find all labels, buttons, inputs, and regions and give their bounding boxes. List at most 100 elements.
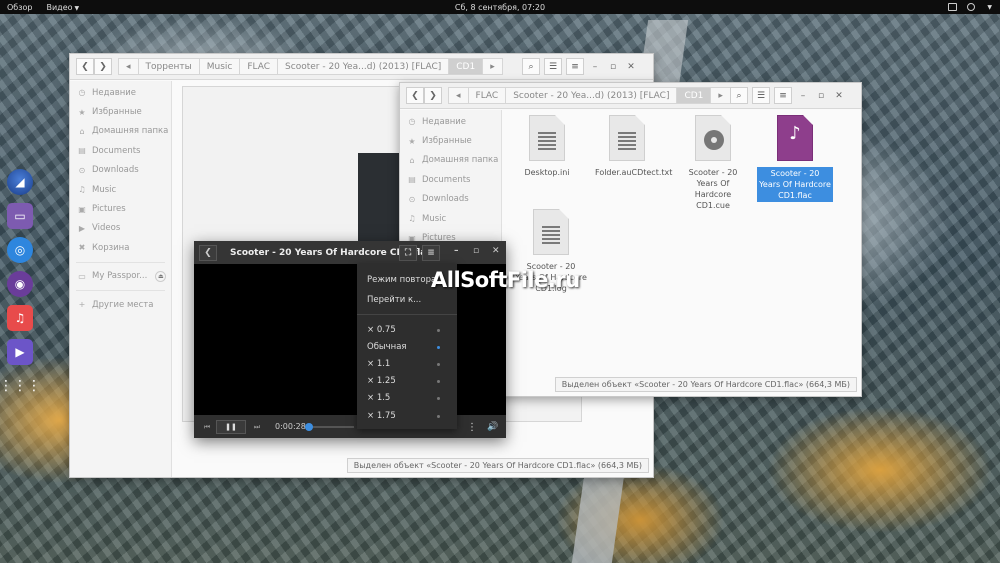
sidebar-item-other-locations[interactable]: + Другие места — [70, 295, 171, 314]
download-icon: ⊙ — [78, 165, 86, 175]
sidebar-item-home[interactable]: ⌂ Домашняя папка — [70, 122, 171, 141]
maximize-icon[interactable]: ▫ — [473, 246, 479, 256]
file-item-selected[interactable]: ♪ Scooter - 20 Years Of Hardcore CD1.fla… — [757, 115, 833, 202]
menu-item-go-to[interactable]: Перейти к... — [367, 293, 447, 307]
speed-option-selected[interactable]: Обычная — [367, 340, 447, 354]
sidebar-item-recent[interactable]: ◷ Недавние — [70, 83, 171, 102]
maximize-icon[interactable]: ▫ — [606, 62, 620, 72]
chromium-icon[interactable]: ◎ — [7, 237, 33, 263]
speed-option[interactable]: × 1.75 — [367, 409, 447, 423]
star-icon: ★ — [408, 136, 416, 146]
forward-button[interactable]: ❯ — [424, 87, 442, 104]
sidebar-item-videos[interactable]: ▶ Videos — [70, 219, 171, 238]
activities-button[interactable]: Обзор — [7, 3, 32, 12]
star-icon: ★ — [78, 107, 86, 117]
drive-icon: ▭ — [78, 271, 86, 281]
breadcrumb-item[interactable]: Music — [199, 58, 241, 75]
seek-handle[interactable] — [305, 423, 313, 431]
sidebar-item-label: Documents — [92, 145, 141, 156]
sidebar-item-music[interactable]: ♫ Music — [70, 180, 171, 199]
search-icon[interactable]: ⌕ — [730, 87, 748, 104]
watermark: AllSoftFile.ru — [431, 268, 580, 292]
breadcrumb-scroll-right[interactable]: ▸ — [711, 87, 731, 104]
sidebar-item-music[interactable]: ♫ Music — [400, 209, 501, 228]
sidebar-item-recent[interactable]: ◷ Недавние — [400, 112, 501, 131]
sidebar-item-documents[interactable]: ▤ Documents — [70, 141, 171, 160]
breadcrumb-item[interactable]: FLAC — [468, 87, 507, 104]
minimize-icon[interactable]: – — [796, 91, 810, 101]
files-icon[interactable]: ▭ — [7, 203, 33, 229]
clock-icon: ◷ — [78, 88, 86, 98]
power-icon[interactable] — [967, 3, 976, 11]
videos-icon[interactable]: ▶ — [7, 339, 33, 365]
sidebar-item-starred[interactable]: ★ Избранные — [400, 131, 501, 150]
radio-dot-selected-icon — [437, 345, 440, 349]
menu-icon[interactable]: ≡ — [422, 245, 440, 261]
menu-item-label: Режим повтора — [367, 275, 437, 285]
app-menu-button[interactable]: Видео ▼ — [46, 3, 79, 12]
sidebar-item-home[interactable]: ⌂ Домашняя папка — [400, 151, 501, 170]
back-button[interactable]: ❮ — [406, 87, 424, 104]
eject-icon[interactable]: ⏏ — [155, 270, 167, 282]
clock-icon: ◷ — [408, 117, 416, 127]
header-bar: ❮ ❯ ◂ Торренты Music FLAC Scooter - 20 Y… — [70, 54, 653, 80]
tor-icon[interactable]: ◉ — [7, 271, 33, 297]
file-item[interactable]: Desktop.ini — [515, 115, 579, 178]
music-icon[interactable]: ♫ — [7, 305, 33, 331]
back-button[interactable]: ❮ — [199, 244, 217, 261]
sidebar-item-downloads[interactable]: ⊙ Downloads — [70, 161, 171, 180]
search-icon[interactable]: ⌕ — [522, 58, 540, 75]
fullscreen-icon[interactable]: ⛶ — [399, 245, 417, 261]
album-art — [358, 153, 403, 243]
next-icon[interactable]: ⏭ — [249, 420, 265, 434]
more-options-icon[interactable]: ⋮ — [464, 420, 480, 434]
menu-icon[interactable]: ≡ — [774, 87, 792, 104]
player-title: Scooter - 20 Years Of Hardcore CD1.flac — [230, 247, 432, 258]
breadcrumb-item-current[interactable]: CD1 — [449, 58, 484, 75]
breadcrumb-item[interactable]: FLAC — [240, 58, 279, 75]
speed-option[interactable]: × 1.5 — [367, 391, 447, 405]
minimize-icon[interactable]: – — [454, 246, 459, 256]
speed-option[interactable]: × 0.75 — [367, 323, 447, 337]
forward-button[interactable]: ❯ — [94, 58, 112, 75]
list-view-icon[interactable]: ☰ — [544, 58, 562, 75]
show-apps-icon[interactable]: ⋮⋮⋮ — [0, 373, 41, 399]
speed-option[interactable]: × 1.1 — [367, 357, 447, 371]
sidebar-divider — [76, 261, 165, 263]
maximize-icon[interactable]: ▫ — [814, 91, 828, 101]
breadcrumb-item[interactable]: Scooter - 20 Yea...d) (2013) [FLAC] — [278, 58, 450, 75]
sidebar-item-documents[interactable]: ▤ Documents — [400, 170, 501, 189]
close-icon[interactable]: ✕ — [492, 246, 500, 256]
breadcrumb-item[interactable]: Торренты — [138, 58, 200, 75]
list-view-icon[interactable]: ☰ — [752, 87, 770, 104]
breadcrumb-item[interactable]: Scooter - 20 Yea...d) (2013) [FLAC] — [506, 87, 678, 104]
menu-icon[interactable]: ≡ — [566, 58, 584, 75]
system-menu-chevron-icon[interactable]: ▼ — [987, 4, 992, 11]
file-item[interactable]: Folder.auCDtect.txt — [595, 115, 672, 178]
close-icon[interactable]: ✕ — [624, 62, 638, 72]
web-browser-icon[interactable]: ◢ — [7, 169, 33, 195]
breadcrumb-item-current[interactable]: CD1 — [677, 87, 712, 104]
screen-icon[interactable] — [948, 3, 958, 11]
back-button[interactable]: ❮ — [76, 58, 94, 75]
sidebar-item-downloads[interactable]: ⊙ Downloads — [400, 190, 501, 209]
close-icon[interactable]: ✕ — [832, 91, 846, 101]
sidebar-item-starred[interactable]: ★ Избранные — [70, 102, 171, 121]
sidebar-item-drive[interactable]: ▭ My Passpor... ⏏ — [70, 267, 171, 286]
pause-button[interactable]: ❚❚ — [216, 420, 246, 434]
speed-option[interactable]: × 1.25 — [367, 374, 447, 388]
breadcrumb-scroll-left[interactable]: ◂ — [118, 58, 139, 75]
home-icon: ⌂ — [409, 155, 415, 165]
breadcrumb-scroll-left[interactable]: ◂ — [448, 87, 469, 104]
file-name: Scooter - 20 Years Of Hardcore CD1.cue — [688, 168, 738, 210]
breadcrumb-scroll-right[interactable]: ▸ — [483, 58, 503, 75]
file-item[interactable]: Scooter - 20 Years Of Hardcore CD1.cue — [679, 115, 747, 211]
sidebar-item-label: Другие места — [92, 299, 154, 310]
clock[interactable]: Сб, 8 сентября, 07:20 — [455, 3, 545, 12]
minimize-icon[interactable]: – — [588, 62, 602, 72]
volume-icon[interactable]: 🔊 — [485, 420, 501, 434]
sidebar-item-pictures[interactable]: ▣ Pictures — [70, 199, 171, 218]
previous-icon[interactable]: ⏮ — [199, 420, 215, 434]
seek-bar[interactable] — [306, 426, 354, 428]
sidebar-item-trash[interactable]: ✖ Корзина — [70, 238, 171, 257]
